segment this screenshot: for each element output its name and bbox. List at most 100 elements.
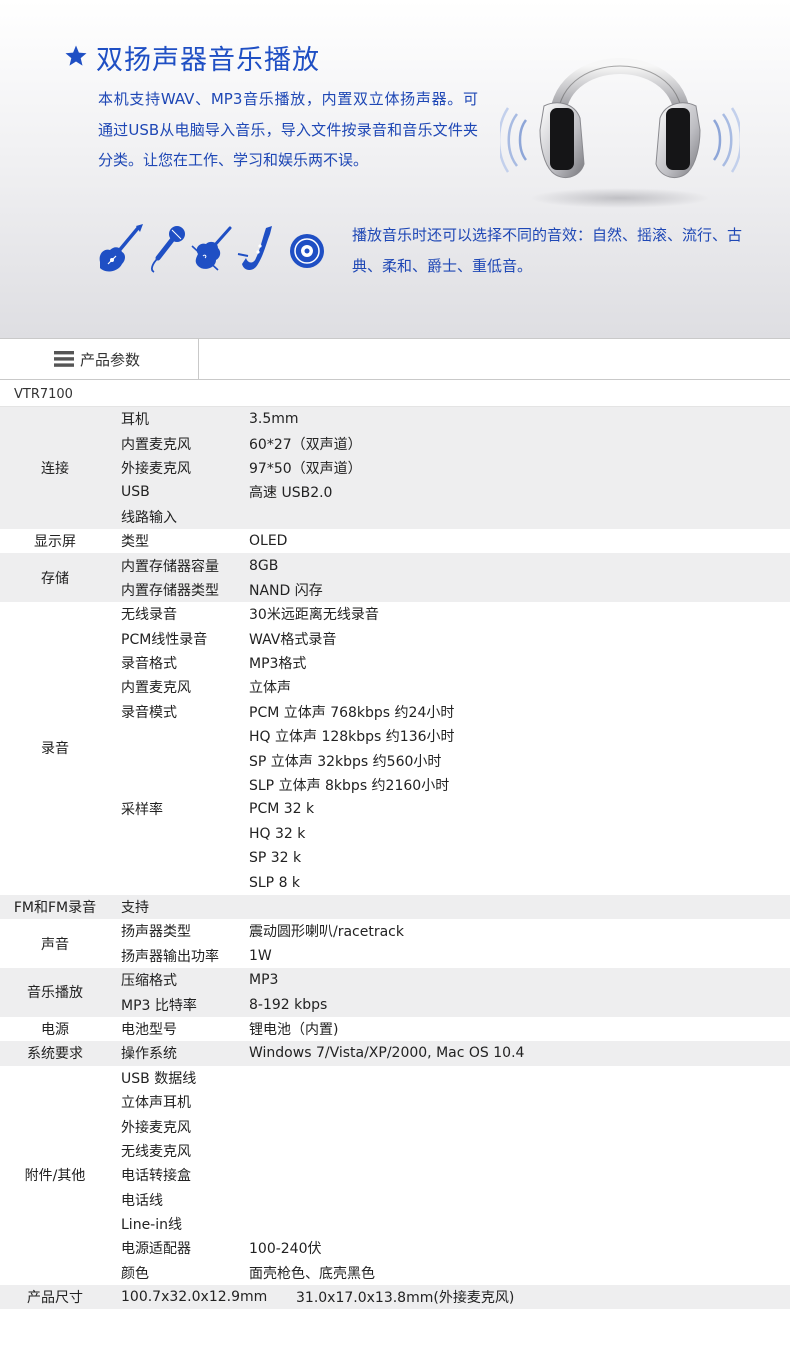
spec-label: USB xyxy=(121,484,150,501)
spec-row: Line-in线 xyxy=(110,1212,790,1236)
spec-value: 97*50（双声道） xyxy=(249,460,362,477)
spec-label: 录音格式 xyxy=(121,656,177,673)
spec-row: 电池型号 锂电池（内置) xyxy=(110,1017,790,1041)
spec-value: PCM 32 k xyxy=(249,801,315,818)
spec-category: 产品尺寸 xyxy=(27,1290,83,1307)
section-divider xyxy=(198,339,199,379)
spec-value: NAND 闪存 xyxy=(249,582,323,599)
spec-value: OLED xyxy=(249,533,288,550)
sound-effects-text: 播放音乐时还可以选择不同的音效：自然、摇滚、流行、古典、柔和、爵士、重低音。 xyxy=(352,226,743,275)
spec-row: 录音格式 MP3格式 xyxy=(110,651,790,675)
dimension-mic: 31.0x17.0x13.8mm(外接麦克风) xyxy=(296,1290,515,1307)
spec-label: USB 数据线 xyxy=(121,1070,197,1087)
spec-label: PCM线性录音 xyxy=(121,631,208,648)
spec-row: 操作系统 Windows 7/Vista/XP/2000, Mac OS 10.4 xyxy=(110,1041,790,1065)
spec-value: MP3格式 xyxy=(249,656,307,673)
spec-label: 采样率 xyxy=(121,802,163,819)
spec-row: 电源适配器 100-240伏 xyxy=(110,1236,790,1260)
spec-row: 内置存储器类型 NAND 闪存 xyxy=(110,578,790,602)
spec-row: HQ 32 k xyxy=(110,822,790,846)
spec-value: Windows 7/Vista/XP/2000, Mac OS 10.4 xyxy=(249,1045,525,1062)
spec-value: 立体声 xyxy=(249,680,291,697)
spec-row: HQ 立体声 128kbps 约136小时 xyxy=(110,724,790,748)
violin-icon xyxy=(191,226,232,271)
spec-label: 内置存储器容量 xyxy=(121,558,219,575)
spec-category: FM和FM录音 xyxy=(13,900,97,916)
spec-label: 内置麦克风 xyxy=(121,680,191,697)
spec-row: 支持 xyxy=(110,895,790,919)
spec-value: 震动圆形喇叭/racetrack xyxy=(249,924,404,941)
section-title: 产品参数 xyxy=(80,351,141,369)
spec-row: 压缩格式 MP3 xyxy=(110,968,790,992)
spec-category: 显示屏 xyxy=(34,534,76,551)
spec-group: 声音 扬声器类型 震动圆形喇叭/racetrack 扬声器输出功率 1W xyxy=(0,919,790,968)
electric-guitar-icon xyxy=(99,224,143,272)
model-name: VTR7100 xyxy=(14,387,73,402)
spec-label: 颜色 xyxy=(121,1265,149,1282)
spec-row: USB 高速 USB2.0 xyxy=(110,480,790,504)
spec-row: 100.7x32.0x12.9mm 31.0x17.0x13.8mm(外接麦克风) xyxy=(110,1285,790,1309)
spec-value: MP3 xyxy=(249,972,279,989)
spec-label: 立体声耳机 xyxy=(121,1095,191,1112)
disc-icon xyxy=(290,234,324,268)
spec-value: HQ 立体声 128kbps 约136小时 xyxy=(249,729,455,746)
spec-value: 3.5mm xyxy=(249,411,299,428)
spec-row: 颜色 面壳枪色、底壳黑色 xyxy=(110,1261,790,1285)
spec-group: 存储 内置存储器容量 8GB 内置存储器类型 NAND 闪存 xyxy=(0,553,790,603)
spec-value: 面壳枪色、底壳黑色 xyxy=(249,1265,375,1282)
model-row: VTR7100 xyxy=(0,382,790,407)
spec-label: 电话转接盒 xyxy=(121,1168,191,1185)
spec-label: 压缩格式 xyxy=(121,973,177,990)
spec-category: 附件/其他 xyxy=(24,1168,86,1185)
spec-row: 内置存储器容量 8GB xyxy=(110,553,790,577)
spec-group: 显示屏 类型 OLED xyxy=(0,528,790,554)
section-header: 产品参数 xyxy=(0,338,790,380)
spec-label: 扬声器类型 xyxy=(121,924,191,941)
hero-banner: 双扬声器音乐播放 本机支持WAV、MP3音乐播放，内置双立体扬声器。可通过USB… xyxy=(0,0,790,338)
spec-value: PCM 立体声 768kbps 约24小时 xyxy=(249,704,455,721)
microphone-icon xyxy=(151,226,185,273)
spec-value: 60*27（双声道） xyxy=(249,436,362,453)
spec-group: 连接 耳机 3.5mm 内置麦克风 60*27（双声道） 外接麦克风 97*50（双声道） U… xyxy=(0,407,790,529)
spec-category: 音乐播放 xyxy=(27,985,83,1002)
spec-label: 无线麦克风 xyxy=(121,1143,191,1160)
spec-label: 无线录音 xyxy=(121,607,177,624)
spec-row: SP 32 k xyxy=(110,846,790,870)
spec-group: 系统要求 操作系统 Windows 7/Vista/XP/2000, Mac OS … xyxy=(0,1041,790,1066)
spec-category: 电源 xyxy=(41,1021,69,1038)
headphone-icon xyxy=(500,58,740,208)
spec-value: 100-240伏 xyxy=(249,1241,322,1258)
spec-label: 电源适配器 xyxy=(121,1241,191,1258)
spec-value: SP 32 k xyxy=(249,850,302,867)
spec-label: Line-in线 xyxy=(121,1217,182,1234)
spec-row: 电话线 xyxy=(110,1188,790,1212)
spec-label: 电话线 xyxy=(121,1192,163,1209)
spec-label: 外接麦克风 xyxy=(121,460,191,477)
spec-row: 无线录音 30米远距离无线录音 xyxy=(110,602,790,626)
spec-label: 扬声器输出功率 xyxy=(121,948,219,965)
spec-row: SLP 立体声 8kbps 约2160小时 xyxy=(110,773,790,797)
spec-row: 无线麦克风 xyxy=(110,1139,790,1163)
spec-value: WAV格式录音 xyxy=(249,631,337,648)
spec-value: SLP 8 k xyxy=(249,874,301,891)
spec-category: 系统要求 xyxy=(27,1046,83,1063)
spec-row: 类型 OLED xyxy=(110,529,790,553)
spec-row: 内置麦克风 立体声 xyxy=(110,675,790,699)
spec-category: 存储 xyxy=(41,570,69,587)
hero-description: 本机支持WAV、MP3音乐播放，内置双立体扬声器。可通过USB从电脑导入音乐，导… xyxy=(98,90,478,169)
hero-title: 双扬声器音乐播放 xyxy=(96,45,320,76)
spec-label: 耳机 xyxy=(121,412,149,429)
spec-row: PCM线性录音 WAV格式录音 xyxy=(110,627,790,651)
spec-row: 扬声器类型 震动圆形喇叭/racetrack xyxy=(110,919,790,943)
spec-label: MP3 比特率 xyxy=(121,997,197,1014)
spec-row: MP3 比特率 8-192 kbps xyxy=(110,992,790,1016)
spec-row: SLP 8 k xyxy=(110,870,790,894)
spec-value: 8-192 kbps xyxy=(249,996,328,1013)
dimension-main: 100.7x32.0x12.9mm xyxy=(121,1289,268,1306)
spec-table: 连接 耳机 3.5mm 内置麦克风 60*27（双声道） 外接麦克风 97*50（双声道） U… xyxy=(0,407,790,1310)
spec-value: SLP 立体声 8kbps 约2160小时 xyxy=(249,778,450,795)
spec-label: 外接麦克风 xyxy=(121,1119,191,1136)
spec-group: FM和FM录音 支持 xyxy=(0,894,790,920)
spec-category: 录音 xyxy=(41,741,69,758)
spec-row: 内置麦克风 60*27（双声道） xyxy=(110,431,790,455)
